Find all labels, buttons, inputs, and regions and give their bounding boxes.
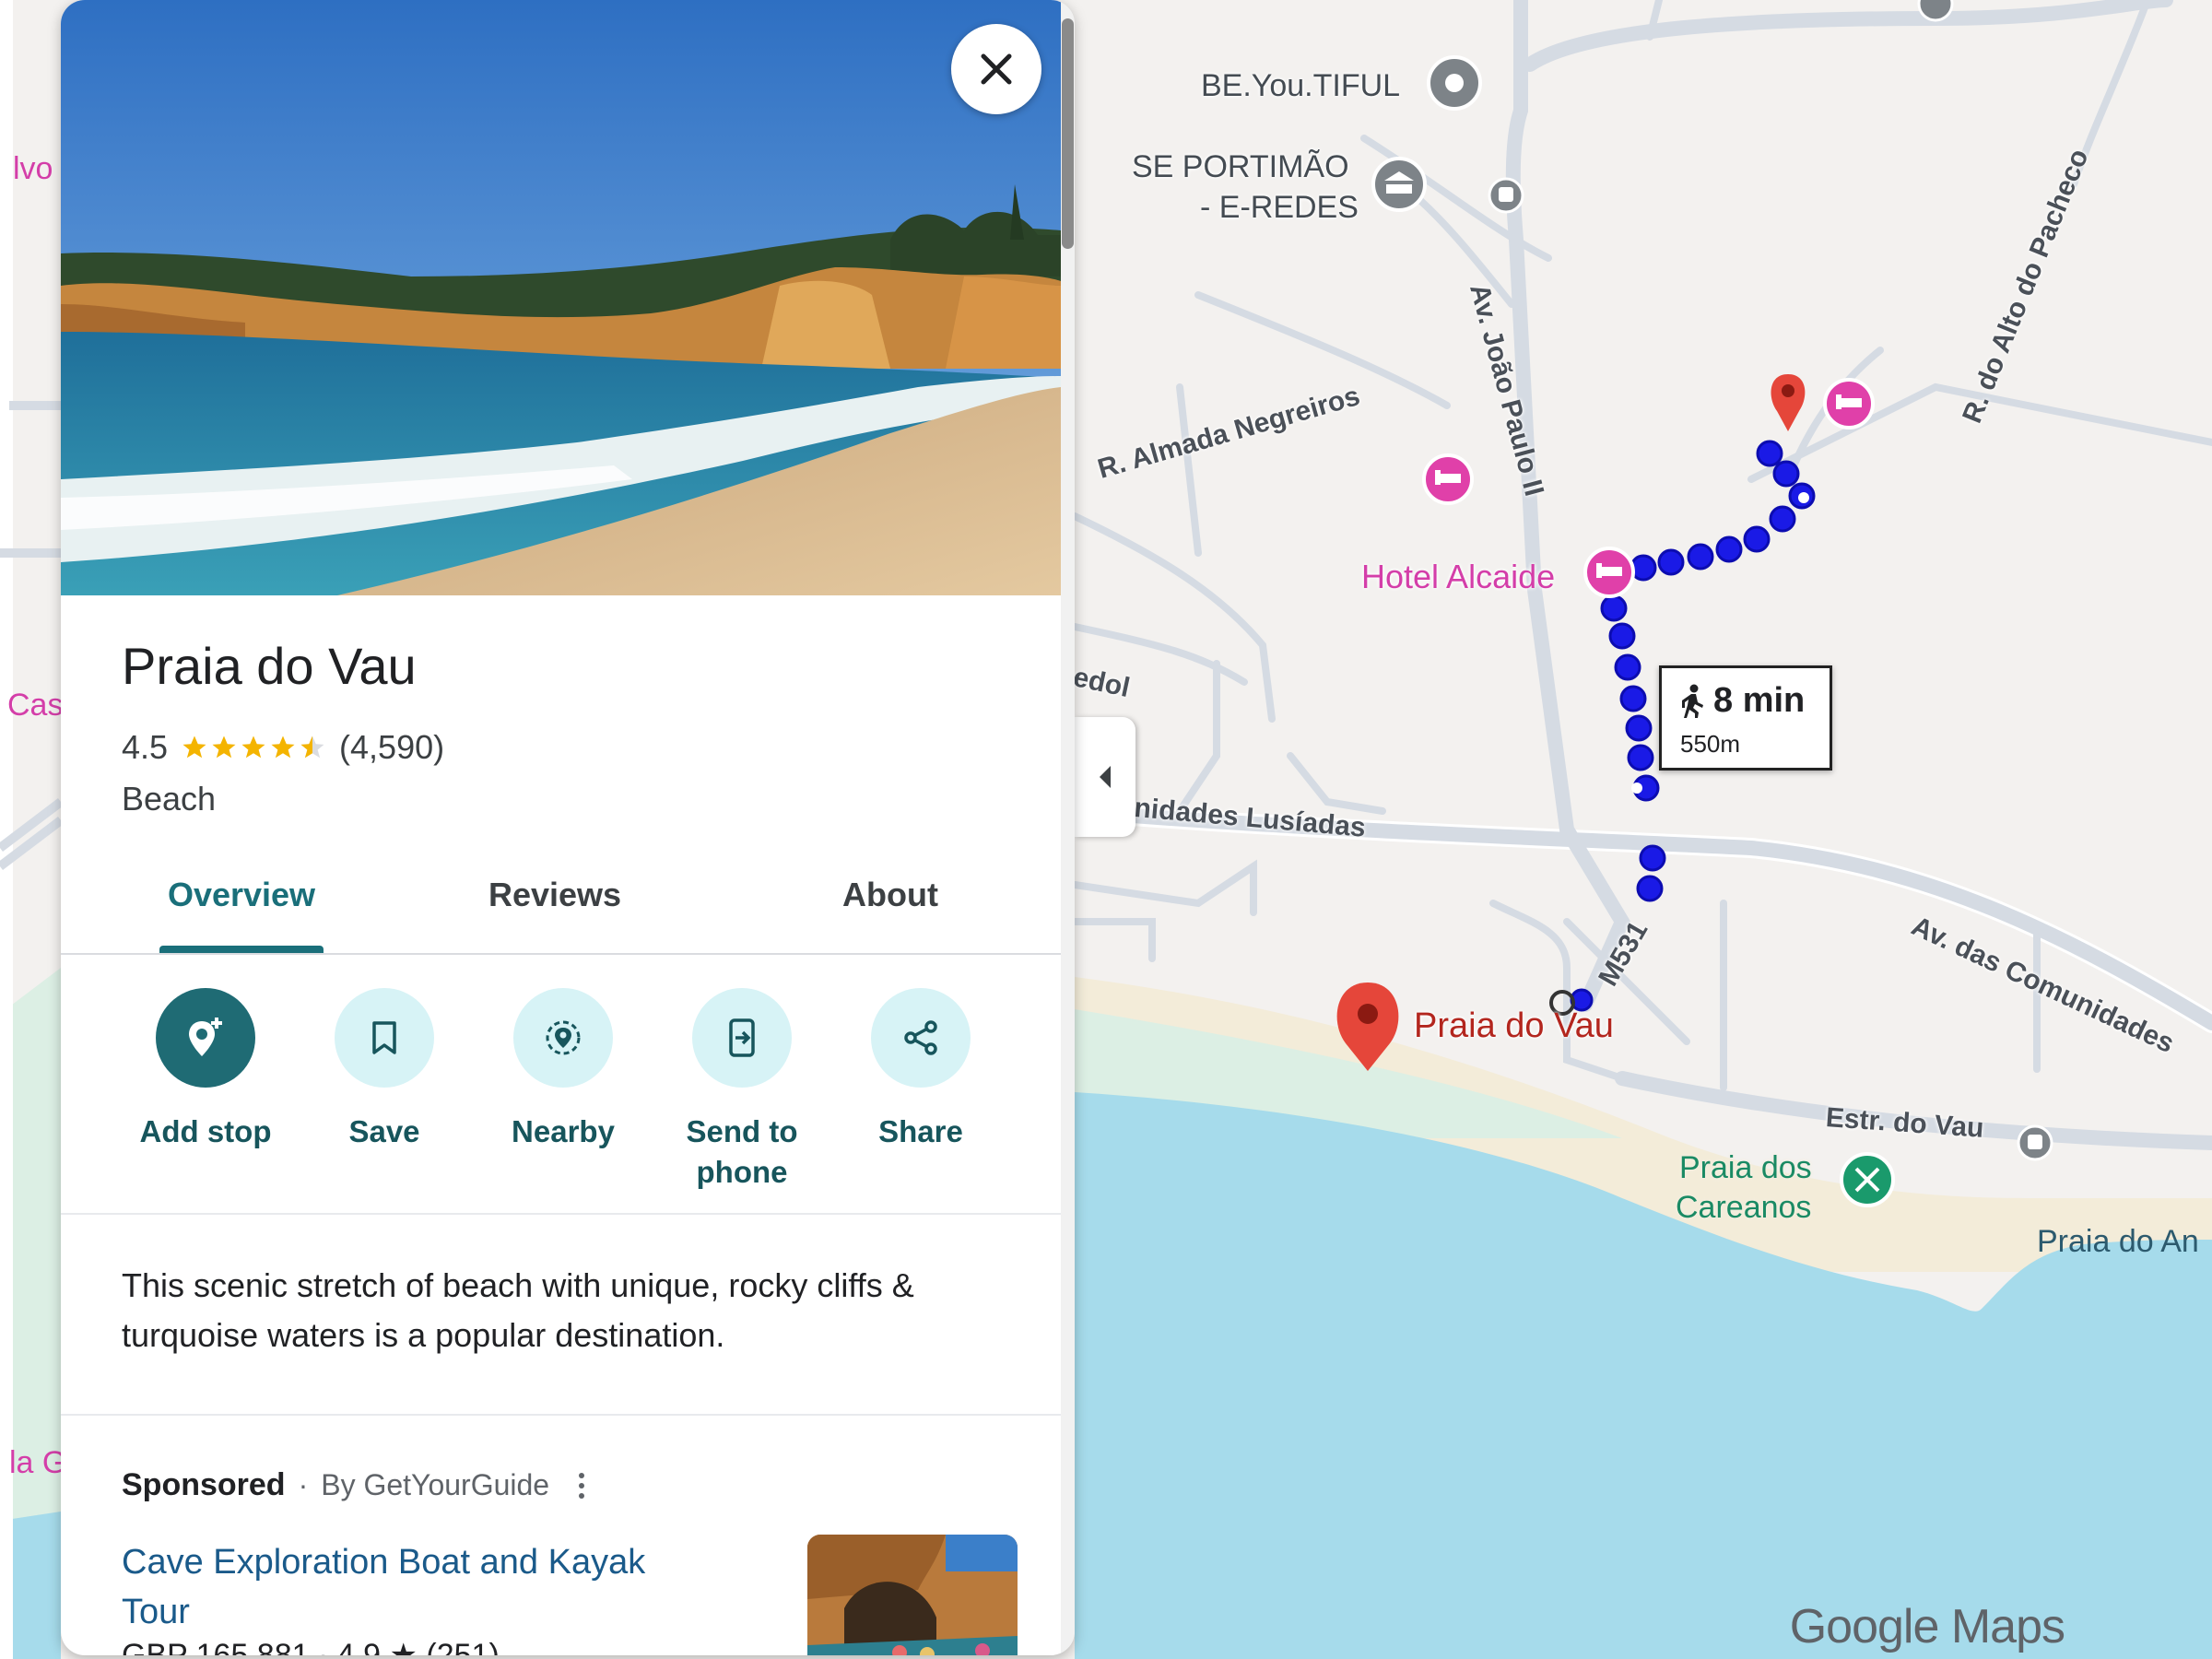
map-label-se-portimao-line2[interactable]: - E-REDES — [1200, 192, 1359, 223]
place-description[interactable]: This scenic stretch of beach with unique… — [122, 1261, 1006, 1360]
save-label: Save — [348, 1114, 420, 1148]
add-location-icon — [189, 1018, 222, 1056]
map-label-praia-do-an[interactable]: Praia do An — [2037, 1226, 2199, 1257]
cave-photo — [807, 1535, 1018, 1655]
nearby-button[interactable]: Nearby — [476, 988, 651, 1152]
nearby-label: Nearby — [512, 1114, 615, 1148]
share-label: Share — [878, 1114, 963, 1148]
hotel-marker-1 — [1823, 378, 1875, 429]
route-time-text: 8 min — [1713, 681, 1806, 720]
more-options-icon[interactable] — [579, 1472, 585, 1499]
hotel-alcaide-marker — [1583, 547, 1635, 598]
map-label-be-you-tiful[interactable]: BE.You.TIFUL — [1201, 70, 1400, 101]
review-count[interactable]: (4,590) — [339, 728, 444, 767]
send-to-phone-label: Send to phone — [686, 1114, 798, 1189]
bus-stop-marker-3 — [1917, 0, 1954, 22]
route-distance: 550m — [1680, 730, 1741, 758]
beach-marker-careanos — [1840, 1152, 1895, 1207]
sponsored-label: Sponsored — [122, 1467, 286, 1502]
rating-value: 4.5 — [122, 728, 169, 766]
rating-row: 4.5 (4,590) — [122, 728, 444, 767]
divider — [61, 1414, 1061, 1416]
sponsored-header: Sponsored · By GetYourGuide — [122, 1467, 585, 1503]
star-icon — [212, 735, 236, 759]
scrollbar-thumb[interactable] — [1062, 18, 1074, 249]
panel-scrollbar[interactable] — [1061, 0, 1075, 1655]
share-button[interactable]: Share — [833, 988, 1008, 1152]
sponsored-separator: · — [298, 1468, 309, 1501]
star-icon — [241, 735, 265, 759]
tab-about[interactable]: About — [817, 876, 964, 914]
place-details-panel: Praia do Vau 4.5 (4,590) Beach Overview … — [61, 0, 1075, 1655]
hotel-marker-2 — [1422, 453, 1474, 505]
send-to-phone-circle — [692, 988, 792, 1088]
star-icon — [271, 735, 295, 759]
tab-reviews[interactable]: Reviews — [481, 876, 629, 914]
sponsored-tour-thumbnail[interactable] — [807, 1535, 1018, 1655]
map-label-hotel-alcaide[interactable]: Hotel Alcaide — [1361, 560, 1555, 594]
se-portimao-marker — [1371, 157, 1427, 212]
share-circle — [871, 988, 971, 1088]
nearby-icon — [546, 1020, 581, 1055]
add-stop-button[interactable]: Add stop — [118, 988, 293, 1152]
active-tab-indicator — [159, 946, 324, 953]
close-icon — [981, 53, 1012, 85]
map-label-praia-careanos[interactable]: Praia dos — [1679, 1152, 1812, 1183]
map-label-edge-lvo: lvo — [13, 151, 53, 186]
add-stop-label: Add stop — [139, 1114, 272, 1148]
place-category[interactable]: Beach — [122, 780, 216, 818]
map-label-praia-careanos-line2[interactable]: Careanos — [1676, 1192, 1811, 1223]
star-icon — [182, 735, 206, 759]
map-label-praia-do-vau[interactable]: Praia do Vau — [1414, 1008, 1614, 1043]
route-time: 8 min — [1678, 681, 1813, 721]
close-button[interactable] — [951, 24, 1041, 114]
walking-icon — [1682, 684, 1703, 718]
tab-overview[interactable]: Overview — [159, 876, 324, 914]
rating-stars — [181, 734, 326, 761]
collapse-panel-button[interactable] — [1075, 717, 1135, 837]
send-to-phone-button[interactable]: Send to phone — [654, 988, 830, 1193]
bus-stop-marker-2 — [2017, 1124, 2053, 1161]
route-eta-popup[interactable]: 8 min 550m — [1659, 665, 1832, 771]
map-label-edge-cas: Cas — [7, 688, 64, 723]
send-to-phone-icon — [729, 1018, 755, 1057]
save-circle — [335, 988, 434, 1088]
beach-photo — [61, 0, 1061, 595]
bus-stop-marker-1 — [1488, 177, 1524, 214]
add-stop-circle — [156, 988, 255, 1088]
divider — [61, 1213, 1061, 1215]
chevron-left-icon — [1100, 766, 1111, 788]
be-you-tiful-marker — [1427, 55, 1482, 111]
save-button[interactable]: Save — [297, 988, 472, 1152]
place-title: Praia do Vau — [122, 637, 417, 695]
action-buttons: Add stop Save Nearby Send to phone Share — [61, 988, 1061, 1213]
hero-photo[interactable] — [61, 0, 1061, 595]
map-label-edge-la-g: la G — [9, 1445, 67, 1480]
nearby-circle — [513, 988, 613, 1088]
share-icon — [904, 1020, 937, 1055]
tab-bar: Overview Reviews About — [61, 857, 1061, 955]
sponsored-tour-meta: GBP 165.881 · 4.9 ★ (251) — [122, 1638, 500, 1655]
sponsored-by: By GetYourGuide — [321, 1468, 550, 1501]
map-label-se-portimao[interactable]: SE PORTIMÃO — [1132, 151, 1349, 182]
google-maps-logo: Google Maps — [1789, 1600, 2065, 1653]
bookmark-icon — [372, 1021, 396, 1054]
sponsored-tour-link[interactable]: Cave Exploration Boat and Kayak Tour — [122, 1537, 712, 1637]
star-half-icon — [300, 735, 324, 759]
